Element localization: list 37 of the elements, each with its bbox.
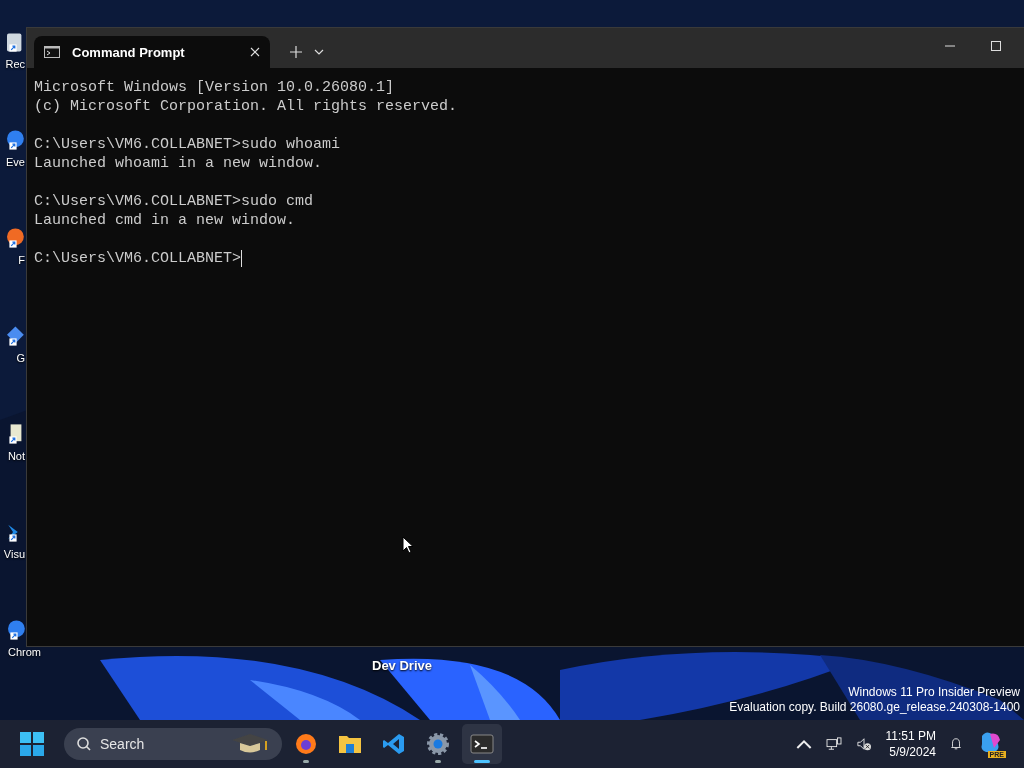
gear-icon [426, 732, 450, 756]
shortcut-label[interactable]: Not [7, 450, 25, 463]
console-line: Launched cmd in a new window. [34, 211, 297, 230]
edition-text: Evaluation copy. Build 26080.ge_release.240308-1400 [729, 700, 1020, 715]
tab[interactable]: Command Prompt [34, 36, 270, 68]
shortcut-label[interactable]: F [18, 254, 25, 267]
fox-globe-icon [294, 732, 318, 756]
chevron-up-icon[interactable] [795, 737, 812, 751]
console-line: Launched whoami in a new window. [34, 154, 324, 173]
edition-text: Windows 11 Pro Insider Preview [848, 685, 1020, 700]
search-field[interactable]: Search [64, 728, 282, 760]
command-prompt-icon [44, 46, 60, 58]
taskbar-app[interactable] [462, 724, 502, 764]
maximize-icon[interactable] [991, 41, 1001, 51]
shortcut-label[interactable]: Eve [6, 156, 25, 169]
dropdown-icon[interactable] [314, 49, 324, 55]
console-prompt: C:\Users\VM6.COLLABNET> [34, 249, 242, 268]
console-line: C:\Users\VM6.COLLABNET>sudo cmd [34, 192, 315, 211]
shortcut-label[interactable]: Visu [3, 548, 25, 561]
mouse-pointer-icon [402, 536, 414, 554]
console-line: C:\Users\VM6.COLLABNET>sudo whoami [34, 135, 342, 154]
terminal-icon [470, 732, 494, 756]
console-line: Microsoft Windows [Version 10.0.26080.1] [34, 78, 396, 97]
shortcut-label[interactable]: Chrom [8, 646, 41, 659]
console-line: (c) Microsoft Corporation. All rights reserved. [34, 97, 459, 116]
start-icon[interactable] [20, 732, 44, 756]
bell-icon[interactable] [948, 737, 964, 751]
text-cursor [241, 250, 243, 267]
shortcut-label[interactable]: G [16, 352, 25, 365]
speaker-muted-icon[interactable] [855, 737, 872, 751]
search-icon [76, 736, 92, 752]
shortcut-label[interactable]: Rec [5, 58, 25, 71]
network-icon[interactable] [825, 737, 842, 751]
code-editor-icon [382, 732, 406, 756]
close-icon[interactable] [250, 47, 260, 57]
new-tab-icon[interactable] [290, 46, 302, 58]
clock[interactable]: 11:51 PM 5/9/2024 [885, 728, 936, 760]
